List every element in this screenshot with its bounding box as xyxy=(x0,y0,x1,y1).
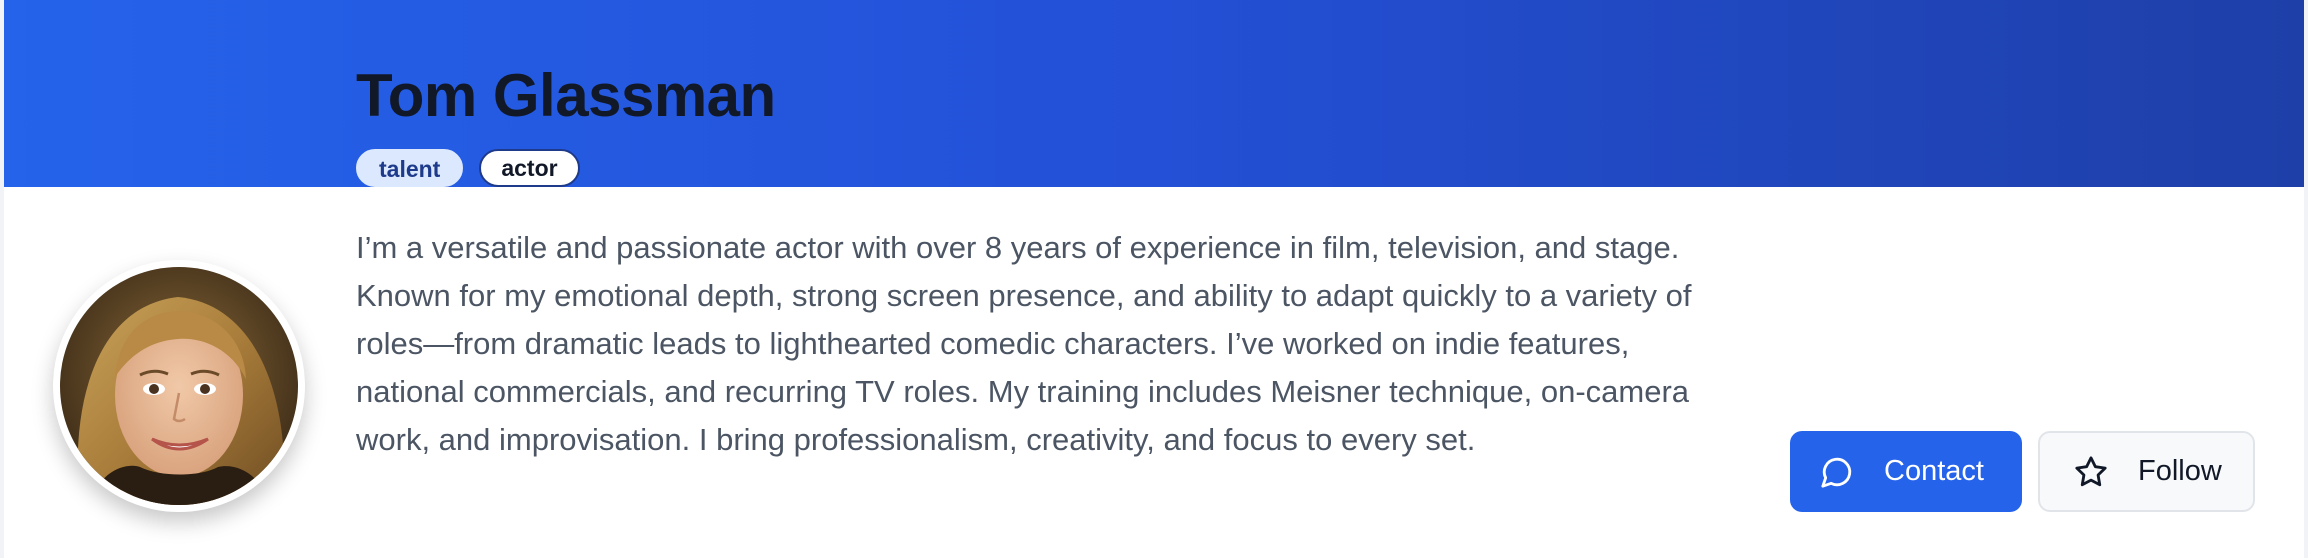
follow-label: Follow xyxy=(2138,455,2222,487)
card-edge-left xyxy=(0,0,4,558)
contact-label: Contact xyxy=(1884,455,1984,487)
profile-bio: I’m a versatile and passionate actor wit… xyxy=(356,230,1692,457)
avatar xyxy=(53,260,305,512)
profile-banner xyxy=(4,0,2304,187)
follow-button[interactable]: Follow xyxy=(2038,431,2255,512)
tag-actor[interactable]: actor xyxy=(479,149,580,187)
contact-button[interactable]: Contact xyxy=(1790,431,2022,512)
profile-actions: Contact Follow xyxy=(1790,431,2255,512)
tag-talent[interactable]: talent xyxy=(356,149,464,187)
profile-tags: talent actor xyxy=(356,149,580,187)
star-icon xyxy=(2074,455,2108,489)
profile-card: Tom Glassman talent actor I’m a versatil… xyxy=(0,0,2308,558)
profile-name: Tom Glassman xyxy=(356,62,776,129)
avatar-photo xyxy=(60,267,298,505)
chat-bubble-icon xyxy=(1820,455,1854,489)
card-edge-right xyxy=(2304,0,2308,558)
